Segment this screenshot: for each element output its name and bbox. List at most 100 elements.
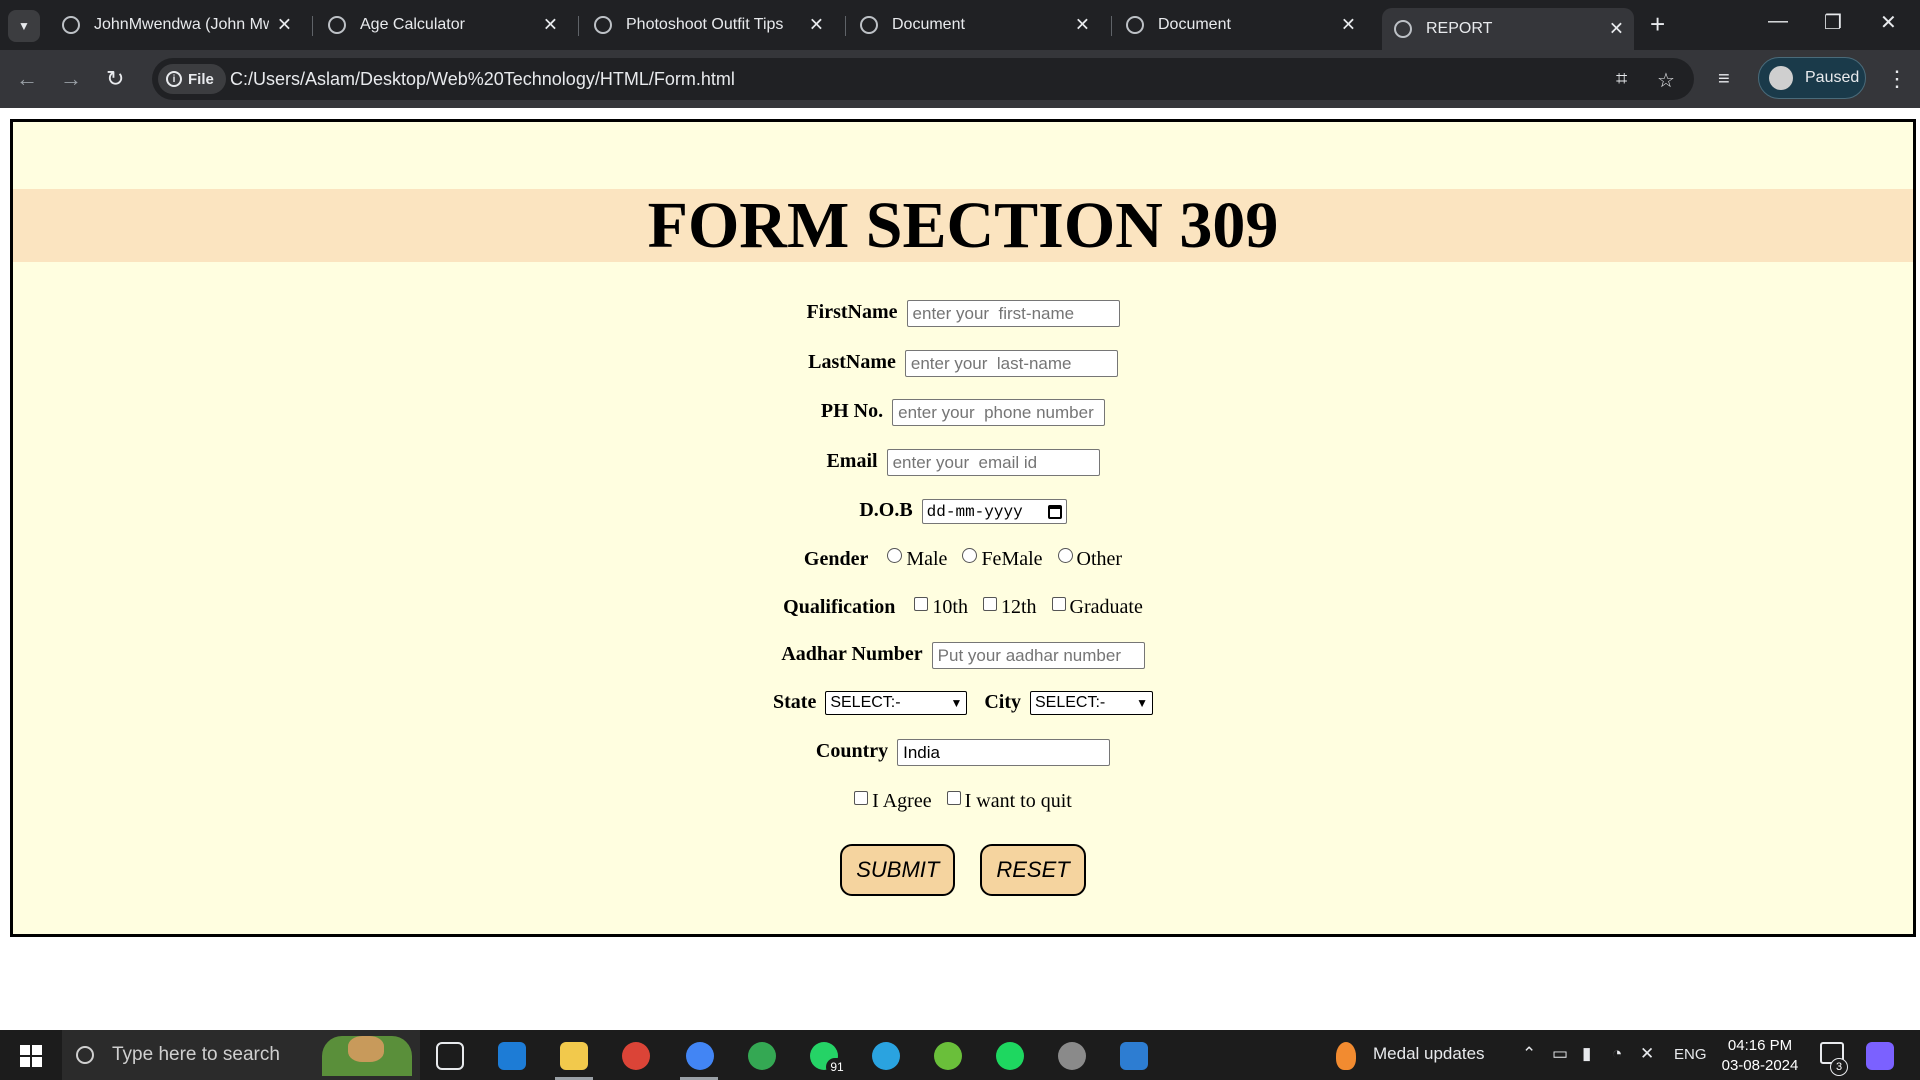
title-band: FORM SECTION 309 [13,189,1913,262]
copilot-icon[interactable] [1866,1042,1894,1070]
dob-date-input[interactable]: dd-mm-yyyy [921,499,1067,524]
first-name-input[interactable] [906,300,1120,327]
more-menu-icon[interactable]: ⋮ [1886,66,1908,92]
vscode-icon[interactable] [1120,1042,1148,1070]
tab-github[interactable]: JohnMwendwa (John Mwe ✕ [50,8,302,42]
tab-title: Document [892,16,965,33]
close-icon[interactable]: ✕ [277,15,292,36]
qualification-12th-label: 12th [1000,596,1037,618]
tab-search-chevron-icon[interactable]: ▼ [8,10,40,42]
file-explorer-icon[interactable] [560,1042,588,1070]
tab-divider [312,16,313,36]
spotify-icon[interactable] [996,1042,1024,1070]
state-label: State [773,691,817,713]
agree-label: I Agree [872,790,932,812]
tab-report[interactable]: REPORT ✕ [1382,8,1634,50]
chevron-down-icon: ▼ [1136,696,1148,711]
new-tab-plus-icon[interactable]: + [1650,10,1665,38]
qualification-row: Qualification 10th 12th Graduate [13,596,1913,626]
media-controls-icon[interactable]: ≡ [1718,68,1730,91]
qualification-label: Qualification [783,596,896,618]
volume-muted-icon[interactable]: ✕ [1640,1044,1654,1064]
url-text[interactable]: C:/Users/Aslam/Desktop/Web%20Technology/… [230,69,735,90]
battery-icon[interactable]: ▮ [1582,1044,1591,1064]
settings-gear-icon[interactable] [1058,1042,1086,1070]
window-close-icon[interactable]: ✕ [1880,10,1897,35]
task-view-icon[interactable] [436,1042,464,1070]
tab-document-1[interactable]: Document ✕ [848,8,1100,42]
submit-button[interactable]: SUBMIT [840,844,956,896]
reset-button[interactable]: RESET [980,844,1086,896]
restore-icon[interactable]: ❐ [1824,10,1842,35]
qualification-12th-checkbox[interactable] [982,597,997,611]
utorrent-icon[interactable] [934,1042,962,1070]
meet-icon[interactable]: ▭ [1552,1044,1568,1064]
globe-icon [328,16,346,34]
close-icon[interactable]: ✕ [543,15,558,36]
calendar-icon[interactable] [1047,504,1062,519]
city-label: City [984,691,1021,713]
tab-title: JohnMwendwa (John Mwe [94,16,269,33]
telegram-icon[interactable] [872,1042,900,1070]
medal-updates-label[interactable]: Medal updates [1373,1044,1485,1064]
qualification-graduate-checkbox[interactable] [1051,597,1066,611]
close-icon[interactable]: ✕ [809,15,824,36]
mail-icon[interactable] [498,1042,526,1070]
email-input[interactable] [886,449,1100,476]
country-input[interactable] [897,739,1111,766]
email-row: Email [13,449,1913,479]
first-name-label: FirstName [806,301,898,324]
phone-input[interactable] [892,399,1106,426]
wifi-icon[interactable]: ◔ [1612,1044,1622,1064]
state-select[interactable]: SELECT:- ▼ [825,691,968,716]
gender-row: Gender Male FeMale Other [13,548,1913,578]
email-label: Email [826,450,878,473]
minimize-icon[interactable]: — [1768,10,1788,33]
gender-female-radio[interactable] [962,548,978,563]
quit-checkbox[interactable] [946,791,961,805]
form-page: FORM SECTION 309 FirstName LastName PH N… [10,119,1916,937]
screenshot-icon[interactable]: ⌗ [1616,68,1627,91]
gender-other-radio[interactable] [1057,548,1073,563]
state-selected-value: SELECT:- [830,694,901,712]
site-info-chip[interactable]: i File [158,64,226,94]
reload-icon[interactable]: ↻ [106,67,124,91]
agree-checkbox[interactable] [854,791,869,805]
site-info-label: File [188,70,214,88]
medal-icon[interactable] [1336,1042,1356,1070]
tab-photoshoot-outfit-tips[interactable]: Photoshoot Outfit Tips ✕ [582,8,834,42]
chrome-alt-icon[interactable] [748,1042,776,1070]
profile-button[interactable]: Paused [1758,57,1866,99]
bookmark-star-icon[interactable]: ☆ [1657,68,1675,93]
qualification-graduate-label: Graduate [1069,596,1143,618]
notification-count-badge: 3 [1830,1058,1848,1076]
taskbar-search-box[interactable]: Type here to search [62,1030,420,1080]
info-icon: i [166,71,182,87]
tray-chevron-up-icon[interactable]: ⌃ [1522,1044,1536,1064]
avatar [1769,66,1793,90]
chrome-icon[interactable] [622,1042,650,1070]
tab-document-2[interactable]: Document ✕ [1114,8,1366,42]
address-bar[interactable]: i File C:/Users/Aslam/Desktop/Web%20Tech… [152,58,1694,100]
chrome-profile-icon[interactable] [686,1042,714,1070]
close-icon[interactable]: ✕ [1075,15,1090,36]
phone-row: PH No. [13,399,1913,429]
tab-age-calculator[interactable]: Age Calculator ✕ [316,8,568,42]
clock-time: 04:16 PM [1727,1037,1793,1054]
close-icon[interactable]: ✕ [1609,19,1624,40]
close-icon[interactable]: ✕ [1341,15,1356,36]
back-arrow-icon[interactable]: ← [16,67,38,91]
qualification-10th-checkbox[interactable] [914,597,929,611]
tab-divider [845,16,846,36]
taskbar-clock[interactable]: 04:16 PM 03-08-2024 [1712,1036,1808,1076]
gender-male-radio[interactable] [887,548,903,563]
aadhar-input[interactable] [931,642,1145,669]
tab-title: Document [1158,16,1231,33]
quit-label: I want to quit [964,790,1072,812]
forward-arrow-icon[interactable]: → [60,67,82,91]
last-name-input[interactable] [904,350,1118,377]
search-icon [76,1046,94,1064]
language-indicator[interactable]: ENG [1674,1046,1707,1063]
windows-start-icon[interactable] [20,1045,42,1067]
city-select[interactable]: SELECT:- ▼ [1030,691,1153,716]
